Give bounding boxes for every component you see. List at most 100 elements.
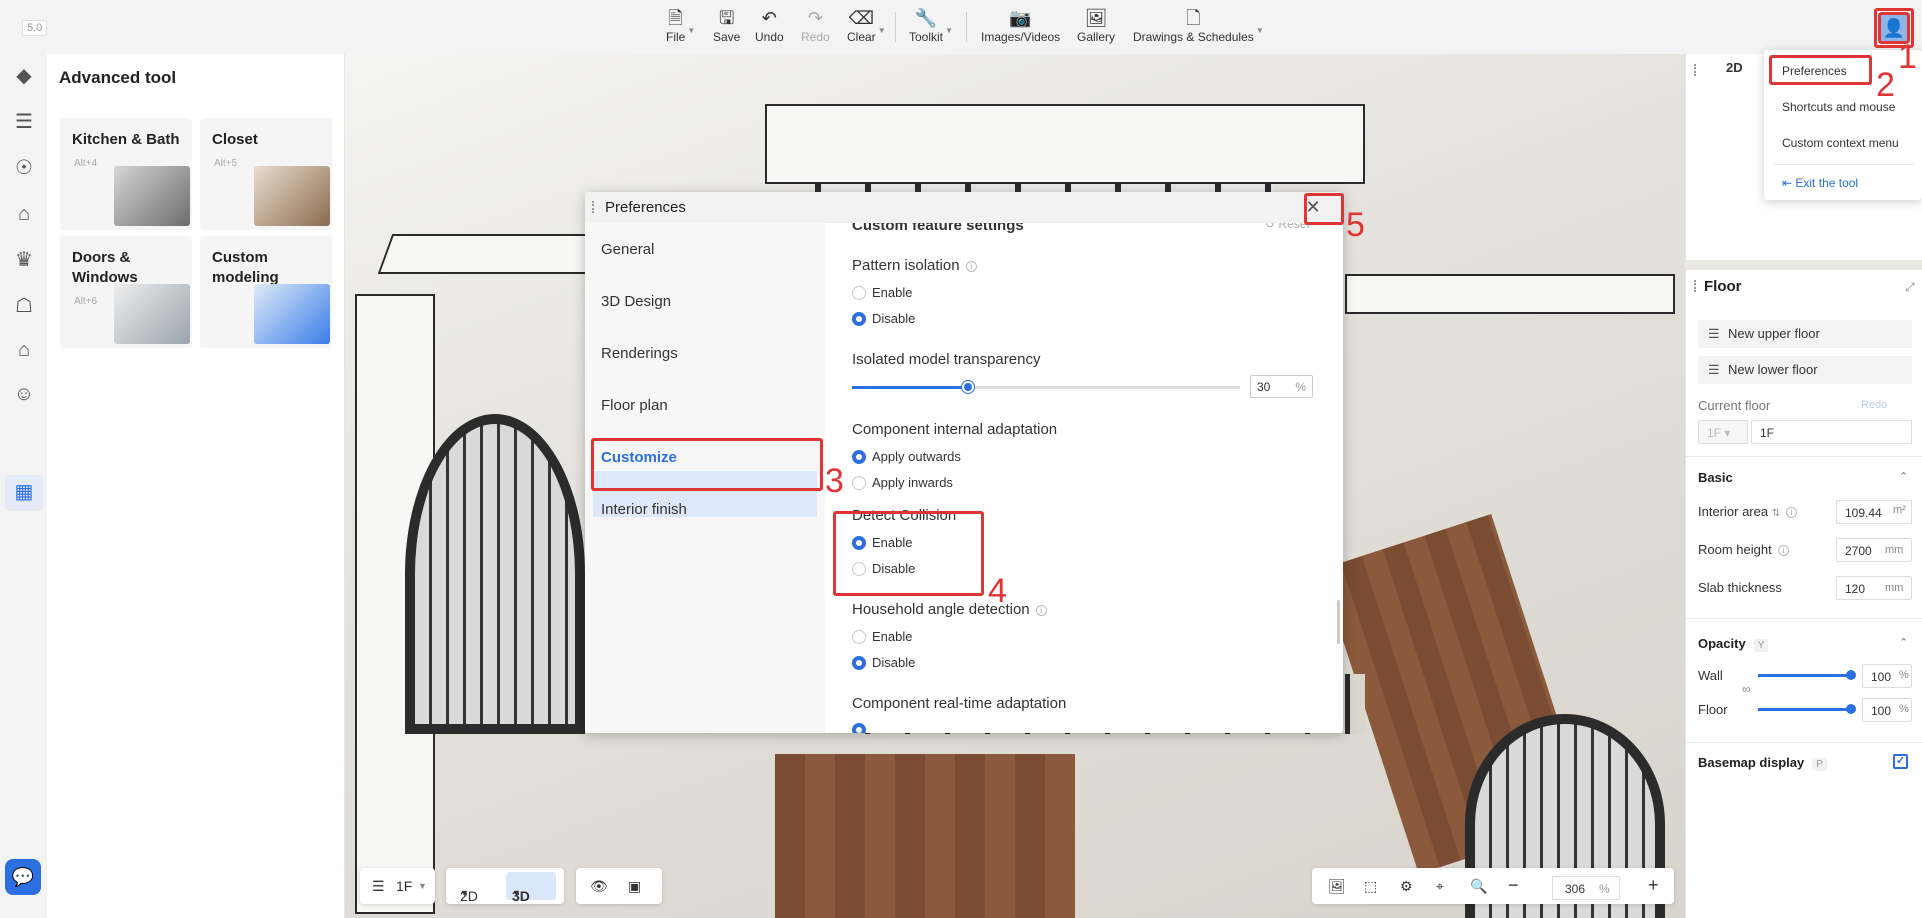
slab-thickness-input[interactable]: 120 mm [1836, 576, 1912, 600]
focus-icon[interactable]: ⌖ [1436, 878, 1444, 895]
expand-icon[interactable]: ⤢ [1905, 280, 1915, 295]
info-icon: i [1786, 507, 1798, 518]
nav-general[interactable]: General [601, 241, 654, 258]
rail-model-icon[interactable]: ◆ [12, 64, 36, 88]
nav-3d-design[interactable]: 3D Design [601, 293, 671, 310]
pattern-isolation-disable[interactable]: Disable [852, 311, 915, 326]
toolbar-label: Undo [755, 30, 784, 44]
nav-customize[interactable]: Customize [601, 449, 677, 466]
dialog-scrollbar[interactable] [1337, 600, 1340, 644]
toolkit-button[interactable]: 🔧 Toolkit ▼ [909, 8, 953, 44]
zoom-input[interactable]: 306% [1552, 876, 1620, 900]
rail-crown-icon[interactable]: ♛ [12, 248, 36, 272]
floor-opacity-slider[interactable] [1758, 708, 1852, 711]
chat-icon[interactable]: 💬 [5, 859, 41, 895]
transparency-input[interactable]: 30% [1250, 375, 1313, 398]
caret-down-icon: ▼ [687, 26, 696, 35]
rail-building-icon[interactable]: ☖ [12, 294, 36, 318]
link-icon[interactable]: ∞ [1742, 682, 1751, 696]
interior-area-input[interactable]: 109.44 m² [1836, 500, 1912, 524]
doors-windows-card[interactable]: Doors & Windows Alt+6 [60, 236, 192, 348]
household-angle-enable[interactable]: Enable [852, 629, 912, 644]
opacity-section-title: Opacity Y [1698, 636, 1769, 652]
slider-knob[interactable] [962, 381, 975, 393]
card-shortcut: Alt+4 [74, 158, 98, 169]
nav-floor-plan[interactable]: Floor plan [601, 397, 668, 414]
floor-name-input[interactable]: 1F [1751, 420, 1912, 444]
rail-lamp-icon[interactable]: ☉ [12, 156, 36, 180]
menu-item-exit[interactable]: ⇤ Exit the tool [1782, 176, 1858, 190]
wall-opacity-slider[interactable] [1758, 674, 1852, 677]
apply-outwards-radio[interactable]: Apply outwards [852, 449, 961, 464]
collapse-chevron-icon[interactable]: ⌃ [1899, 636, 1908, 649]
wall-opacity-knob[interactable] [1846, 670, 1856, 680]
radio-dot [852, 449, 866, 464]
floor-switcher[interactable]: ☰ 1F ▼ [360, 868, 435, 904]
pattern-isolation-enable[interactable]: Enable [852, 285, 912, 300]
closet-card[interactable]: Closet Alt+5 [200, 118, 332, 230]
zoom-to-selection-icon[interactable]: 🔍 [1470, 878, 1487, 895]
rail-user-icon[interactable]: ☺ [12, 382, 36, 406]
collapse-chevron-icon[interactable]: ⌃ [1899, 470, 1908, 483]
drawings-schedules-button[interactable]: 🗋 Drawings & Schedules ▼ [1133, 8, 1264, 44]
display-controls: 👁 ▣ [576, 868, 662, 904]
cube-icon[interactable]: ▣ [628, 878, 641, 895]
layers-icon: ☰ [1708, 362, 1720, 377]
zoom-out-button[interactable]: − [1508, 875, 1519, 896]
file-menu-button[interactable]: 🗎 File ▼ [666, 8, 695, 44]
settings-view-icon[interactable]: ⚙ [1400, 878, 1413, 895]
apply-inwards-radio[interactable]: Apply inwards [852, 475, 953, 490]
unit-label: mm [1885, 544, 1904, 556]
basemap-display-checkbox[interactable]: ✓ [1893, 754, 1908, 769]
divider [1686, 742, 1922, 743]
exit-icon: ⇤ [1782, 176, 1796, 190]
input-value: 2700 [1845, 544, 1872, 558]
custom-modeling-card[interactable]: Custom modeling [200, 236, 332, 348]
radio-dot [852, 655, 866, 670]
realtime-adaptation-radio[interactable] [852, 723, 872, 733]
nav-interior-finish[interactable]: Interior finish [601, 501, 687, 518]
button-label: New lower floor [1728, 362, 1818, 377]
drag-handle-icon[interactable] [1694, 64, 1698, 76]
radio-label: Enable [872, 535, 913, 550]
reset-button[interactable]: ↺ Reset [1265, 223, 1310, 231]
eye-icon[interactable]: 👁 [590, 878, 608, 895]
clear-button[interactable]: ⌫ Clear ▼ [847, 8, 886, 44]
floor-opacity-input[interactable]: 100% [1862, 698, 1912, 722]
new-lower-floor-button[interactable]: ☰ New lower floor [1698, 356, 1912, 384]
drag-handle-icon[interactable] [1694, 280, 1698, 292]
realtime-adaptation-label: Component real-time adaptation [852, 695, 1067, 712]
fit-view-icon[interactable]: ⬚ [1364, 878, 1377, 895]
preferences-nav: General 3D Design Renderings Floor plan … [585, 223, 825, 733]
rail-sofa-icon[interactable]: ⌂ [12, 202, 36, 226]
drag-handle-icon[interactable] [592, 201, 596, 213]
room-height-input[interactable]: 2700 mm [1836, 538, 1912, 562]
rail-house-icon[interactable]: ⌂ [12, 338, 36, 362]
new-upper-floor-button[interactable]: ☰ New upper floor [1698, 320, 1912, 348]
images-videos-button[interactable]: 📷 Images/Videos [981, 8, 1060, 44]
undo-button[interactable]: ↶ Undo [755, 8, 784, 44]
floor-select[interactable]: 1F ▾ [1698, 420, 1748, 444]
rail-advanced-tool-icon[interactable]: ▦ [12, 480, 36, 504]
rail-layers-icon[interactable]: ☰ [12, 110, 36, 134]
detect-collision-enable[interactable]: Enable [852, 535, 912, 550]
floor-opacity-knob[interactable] [1846, 704, 1856, 714]
minimap-tab-2d[interactable]: 2D [1726, 60, 1743, 75]
nav-renderings[interactable]: Renderings [601, 345, 678, 362]
kitchen-bath-card[interactable]: Kitchen & Bath Alt+4 [60, 118, 192, 230]
zoom-in-button[interactable]: + [1648, 875, 1659, 896]
transparency-slider[interactable] [852, 381, 1240, 393]
gallery-button[interactable]: 🖼 Gallery [1077, 8, 1115, 44]
menu-item-preferences[interactable]: Preferences [1782, 64, 1847, 78]
close-icon[interactable]: ✕ [1303, 198, 1323, 218]
wall-opacity-input[interactable]: 100% [1862, 664, 1912, 688]
household-angle-disable[interactable]: Disable [852, 655, 915, 670]
detect-collision-disable[interactable]: Disable [852, 561, 915, 576]
save-button[interactable]: 🖫 Save [713, 8, 740, 44]
image-icon[interactable]: 🖼 [1328, 878, 1346, 895]
redo-link[interactable]: Redo [1861, 399, 1887, 411]
redo-icon: ↷ [807, 8, 823, 28]
label-text: Room height [1698, 542, 1772, 557]
menu-item-context-menu[interactable]: Custom context menu [1782, 136, 1899, 150]
redo-button[interactable]: ↷ Redo [801, 8, 830, 44]
